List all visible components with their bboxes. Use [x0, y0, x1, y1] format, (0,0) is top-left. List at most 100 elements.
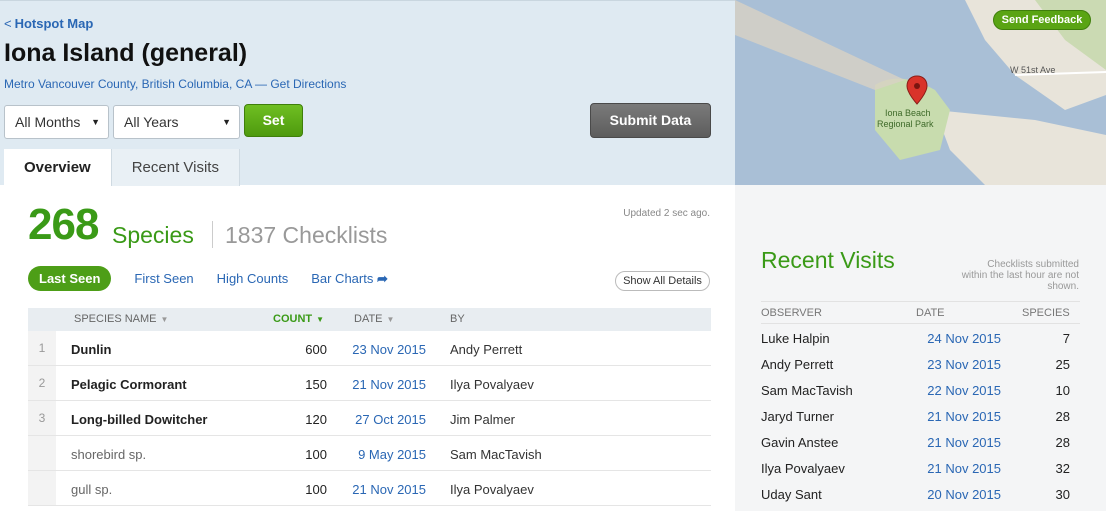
month-select[interactable]: All Months ▼ — [4, 105, 109, 139]
visit-date-link[interactable]: 20 Nov 2015 — [911, 487, 1001, 502]
park-label-2: Regional Park — [877, 119, 934, 129]
visit-date-link[interactable]: 21 Nov 2015 — [911, 409, 1001, 424]
date-link[interactable]: 23 Nov 2015 — [328, 342, 426, 357]
species-label: Species — [112, 222, 194, 248]
species-name[interactable]: Pelagic Cormorant — [71, 377, 187, 392]
table-row: 1 Dunlin 600 23 Nov 2015 Andy Perrett — [28, 331, 711, 366]
stat-divider — [212, 221, 213, 248]
location-header: < Hotspot Map Iona Island (general) Metro… — [0, 0, 735, 186]
species-count-cell: 100 — [305, 447, 327, 462]
visit-species-count: 25 — [1055, 357, 1070, 372]
submit-data-button[interactable]: Submit Data — [590, 103, 711, 138]
visit-date-link[interactable]: 24 Nov 2015 — [911, 331, 1001, 346]
recent-visits-header: OBSERVER DATE SPECIES — [761, 301, 1080, 324]
set-button[interactable]: Set — [244, 104, 303, 137]
table-row: gull sp. 100 21 Nov 2015 Ilya Povalyaev — [28, 471, 711, 506]
observer-name: Jim Palmer — [450, 412, 516, 427]
visit-species-count: 7 — [1062, 331, 1070, 346]
date-header: DATE — [916, 307, 945, 319]
observer-name: Luke Halpin — [761, 331, 830, 346]
observer-name: Andy Perrett — [450, 342, 523, 357]
count-header-label: COUNT — [273, 313, 313, 325]
species-count: 268 — [28, 200, 99, 249]
species-name-header[interactable]: SPECIES NAME ▼ — [74, 313, 168, 325]
last-seen-button[interactable]: Last Seen — [28, 266, 112, 291]
by-header: BY — [450, 313, 465, 325]
date-link[interactable]: 21 Nov 2015 — [328, 377, 426, 392]
species-name-header-label: SPECIES NAME — [74, 313, 157, 325]
list-item: Gavin Anstee 21 Nov 2015 28 — [761, 429, 1080, 455]
tab-bar: Overview Recent Visits — [4, 149, 240, 186]
species-name[interactable]: Long-billed Dowitcher — [71, 412, 208, 427]
recent-visits-title: Recent Visits — [761, 247, 895, 273]
list-item: Uday Sant 20 Nov 2015 30 — [761, 481, 1080, 507]
date-link[interactable]: 9 May 2015 — [328, 447, 426, 462]
high-counts-link[interactable]: High Counts — [217, 271, 289, 286]
list-item: Andy Perrett 23 Nov 2015 25 — [761, 351, 1080, 377]
visit-date-link[interactable]: 21 Nov 2015 — [911, 435, 1001, 450]
location-breadcrumb: Metro Vancouver County, British Columbia… — [4, 77, 347, 91]
species-count-cell: 600 — [305, 342, 327, 357]
table-row: shorebird sp. 100 9 May 2015 Sam MacTavi… — [28, 436, 711, 471]
year-select[interactable]: All Years ▼ — [113, 105, 240, 139]
row-number: 1 — [28, 331, 56, 365]
date-header-label: DATE — [354, 313, 383, 325]
observer-name: Ilya Povalyaev — [450, 482, 534, 497]
visit-date-link[interactable]: 21 Nov 2015 — [911, 461, 1001, 476]
observer-name: Gavin Anstee — [761, 435, 839, 450]
observer-name: Jaryd Turner — [761, 409, 834, 424]
county-link[interactable]: Metro Vancouver County, British Columbia… — [4, 77, 252, 91]
recent-visits-note: Checklists submitted within the last hou… — [961, 259, 1079, 292]
visit-date-link[interactable]: 23 Nov 2015 — [911, 357, 1001, 372]
page-title: Iona Island (general) — [4, 39, 248, 67]
tab-recent-visits[interactable]: Recent Visits — [111, 149, 240, 186]
row-number — [28, 471, 56, 505]
visit-date-link[interactable]: 22 Nov 2015 — [911, 383, 1001, 398]
chevron-left-icon: < — [4, 16, 12, 31]
visit-species-count: 30 — [1055, 487, 1070, 502]
show-all-details-button[interactable]: Show All Details — [615, 271, 710, 291]
hotspot-map-link[interactable]: < Hotspot Map — [4, 16, 93, 31]
species-name[interactable]: gull sp. — [71, 482, 112, 497]
species-table-header: SPECIES NAME ▼ COUNT ▼ DATE ▼ BY — [28, 308, 711, 331]
visit-species-count: 32 — [1055, 461, 1070, 476]
bar-charts-label: Bar Charts — [311, 270, 374, 286]
get-directions-link[interactable]: Get Directions — [270, 77, 346, 91]
table-row: 2 Pelagic Cormorant 150 21 Nov 2015 Ilya… — [28, 366, 711, 401]
year-select-value: All Years — [124, 114, 179, 130]
species-count-cell: 120 — [305, 412, 327, 427]
bar-charts-link[interactable]: Bar Charts ➦ — [311, 271, 388, 287]
list-item: Luke Halpin 24 Nov 2015 7 — [761, 325, 1080, 351]
list-item: Jaryd Turner 21 Nov 2015 28 — [761, 403, 1080, 429]
observer-header: OBSERVER — [761, 307, 822, 319]
list-item: Sam MacTavish 22 Nov 2015 10 — [761, 377, 1080, 403]
table-row: 3 Long-billed Dowitcher 120 27 Oct 2015 … — [28, 401, 711, 436]
checklists-count[interactable]: 1837 Checklists — [225, 222, 387, 249]
row-number — [28, 436, 56, 470]
date-header[interactable]: DATE ▼ — [354, 313, 394, 325]
send-feedback-button[interactable]: Send Feedback — [993, 10, 1091, 30]
visit-species-count: 28 — [1055, 409, 1070, 424]
date-link[interactable]: 27 Oct 2015 — [328, 412, 426, 427]
back-link-label: Hotspot Map — [14, 16, 94, 31]
species-header: SPECIES — [1022, 307, 1070, 319]
visit-species-count: 10 — [1055, 383, 1070, 398]
row-number: 3 — [28, 401, 56, 435]
list-item: Ilya Povalyaev 21 Nov 2015 32 — [761, 455, 1080, 481]
row-number: 2 — [28, 366, 56, 400]
species-count-cell: 150 — [305, 377, 327, 392]
tab-overview[interactable]: Overview — [4, 149, 112, 186]
observer-name: Sam MacTavish — [761, 383, 853, 398]
first-seen-link[interactable]: First Seen — [134, 271, 193, 286]
park-label-1: Iona Beach — [885, 108, 931, 118]
observer-name: Ilya Povalyaev — [450, 377, 534, 392]
dropdown-caret-icon: ▼ — [91, 117, 100, 127]
count-header[interactable]: COUNT ▼ — [273, 313, 324, 325]
month-select-value: All Months — [15, 114, 81, 130]
share-arrow-icon: ➦ — [376, 270, 388, 286]
observer-name: Ilya Povalyaev — [761, 461, 845, 476]
date-link[interactable]: 21 Nov 2015 — [328, 482, 426, 497]
updated-timestamp: Updated 2 sec ago. — [623, 208, 710, 219]
species-name[interactable]: shorebird sp. — [71, 447, 146, 462]
species-name[interactable]: Dunlin — [71, 342, 111, 357]
